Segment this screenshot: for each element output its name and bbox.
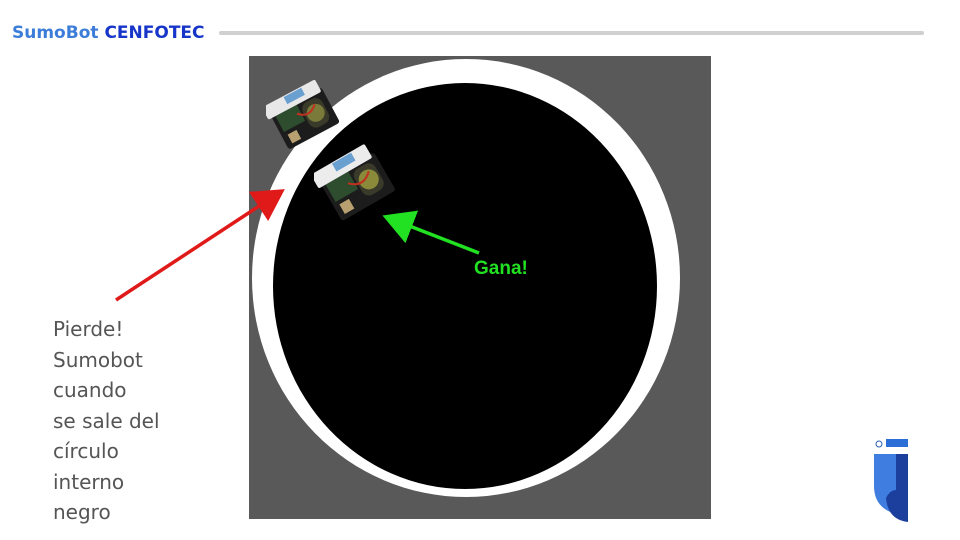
lose-line: Pierde! — [53, 317, 124, 341]
lose-line: se sale del — [53, 408, 160, 433]
lose-line: negro — [53, 500, 111, 524]
win-arrow — [382, 210, 480, 255]
lose-arrow — [115, 189, 285, 302]
lose-line: círculo — [53, 439, 119, 463]
win-label: Gana! — [474, 258, 528, 279]
lose-description: Pierde! Sumobot cuando se sale del círcu… — [53, 314, 203, 528]
lose-line: interno — [53, 469, 125, 494]
lose-line: cuando — [53, 378, 127, 402]
lose-line: Sumobot — [53, 347, 143, 372]
cenfotec-logo-icon — [874, 439, 908, 522]
